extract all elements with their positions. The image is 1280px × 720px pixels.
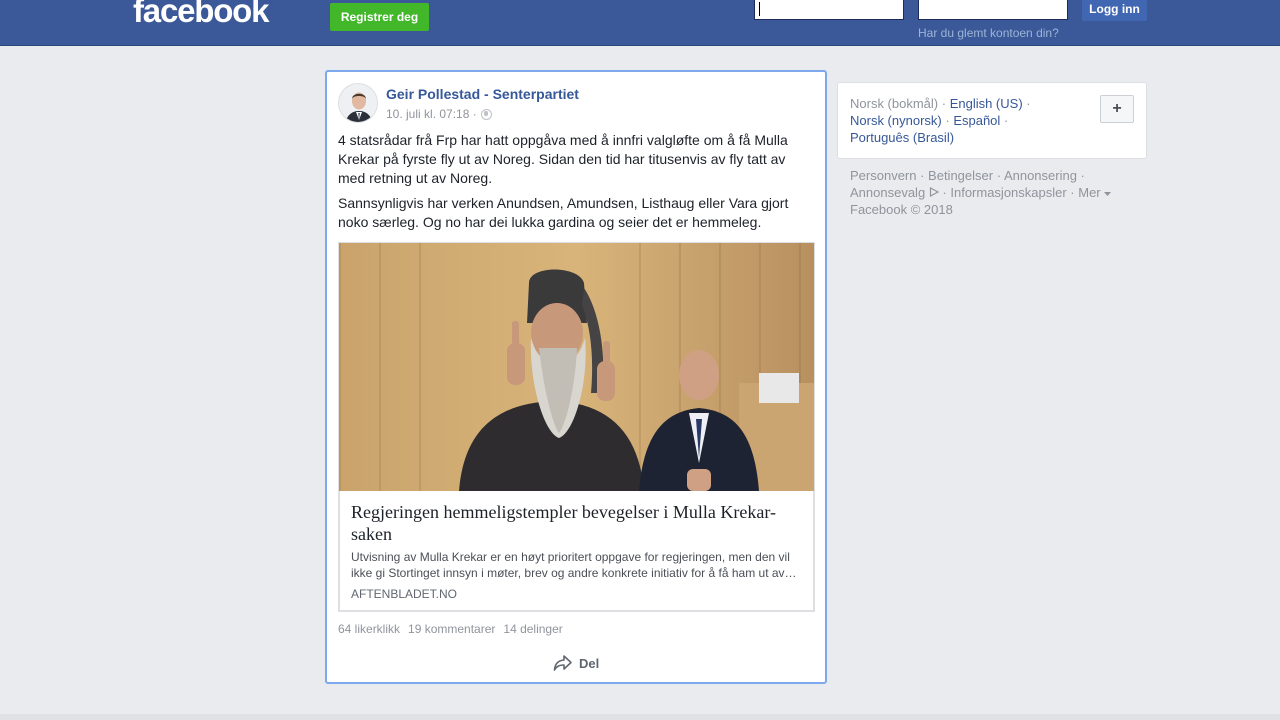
news-photo [339, 243, 814, 491]
separator: · [938, 96, 950, 111]
privacy-link[interactable]: Personvern [850, 168, 916, 183]
shares-count[interactable]: 14 delinger [503, 622, 562, 636]
top-navigation-bar: facebook Registrer deg Logg inn Har du g… [0, 0, 1280, 46]
text-caret [759, 2, 760, 16]
more-link[interactable]: Mer [1078, 185, 1112, 200]
separator: · [1000, 113, 1009, 128]
post-stats: 64 likerklikk 19 kommentarer 14 delinger [338, 622, 563, 636]
separator: · [941, 113, 954, 128]
adchoices-label: Annonsevalg [850, 185, 926, 200]
post-timestamp[interactable]: 10. juli kl. 07:18 · [386, 107, 477, 121]
link-description: Utvisning av Mulla Krekar er en høyt pri… [351, 550, 797, 580]
register-button[interactable]: Registrer deg [330, 3, 429, 31]
post-text: 4 statsrådar frå Frp har hatt oppgåva me… [338, 131, 808, 238]
add-language-button[interactable]: + [1100, 95, 1134, 123]
forgot-account-link[interactable]: Har du glemt kontoen din? [918, 26, 1059, 40]
post-card: Geir Pollestad - Senterpartiet 10. juli … [325, 70, 827, 684]
terms-link[interactable]: Betingelser [928, 168, 993, 183]
likes-count[interactable]: 64 likerklikk [338, 622, 400, 636]
share-label: Del [579, 655, 600, 671]
post-paragraph: 4 statsrådar frå Frp har hatt oppgåva me… [338, 132, 788, 186]
chevron-down-icon [1104, 192, 1112, 196]
language-selector: Norsk (bokmål) · English (US) · Norsk (n… [837, 82, 1147, 159]
language-current: Norsk (bokmål) [850, 96, 939, 111]
ads-link[interactable]: Annonsering [1004, 168, 1077, 183]
globe-icon[interactable] [480, 108, 492, 120]
post-author-name[interactable]: Geir Pollestad - Senterpartiet [386, 86, 579, 102]
email-field[interactable] [754, 0, 904, 20]
language-english[interactable]: English (US) [950, 96, 1023, 111]
share-icon [553, 655, 572, 671]
link-preview[interactable]: Regjeringen hemmeligstempler bevegelser … [338, 242, 815, 612]
post-meta: 10. juli kl. 07:18 · [386, 107, 492, 121]
link-title[interactable]: Regjeringen hemmeligstempler bevegelser … [351, 501, 802, 545]
more-label: Mer [1078, 185, 1101, 200]
copyright: Facebook © 2018 [850, 202, 953, 217]
password-field[interactable] [918, 0, 1068, 20]
adchoices-icon [929, 187, 940, 197]
link-preview-body: Regjeringen hemmeligstempler bevegelser … [339, 491, 814, 611]
link-preview-image[interactable] [339, 243, 814, 491]
bottom-bar [0, 714, 1280, 720]
language-list: Norsk (bokmål) · English (US) · Norsk (n… [850, 95, 1090, 146]
avatar-image [339, 84, 377, 122]
adchoices-link[interactable]: Annonsevalg [850, 185, 940, 200]
comments-count[interactable]: 19 kommentarer [408, 622, 495, 636]
share-button[interactable]: Del [553, 654, 599, 672]
language-portuguese[interactable]: Português (Brasil) [850, 130, 954, 145]
cookies-link[interactable]: Informasjonskapsler [950, 185, 1066, 200]
login-button[interactable]: Logg inn [1082, 0, 1147, 21]
author-avatar[interactable] [338, 83, 378, 123]
link-domain: AFTENBLADET.NO [351, 587, 458, 601]
language-spanish[interactable]: Español [953, 113, 1000, 128]
language-nynorsk[interactable]: Norsk (nynorsk) [850, 113, 942, 128]
facebook-logo[interactable]: facebook [133, 0, 269, 30]
footer-links: Personvern · Betingelser · Annonsering ·… [850, 167, 1140, 218]
separator: · [1022, 96, 1031, 111]
post-paragraph: Sannsynligvis har verken Anundsen, Amund… [338, 195, 789, 230]
